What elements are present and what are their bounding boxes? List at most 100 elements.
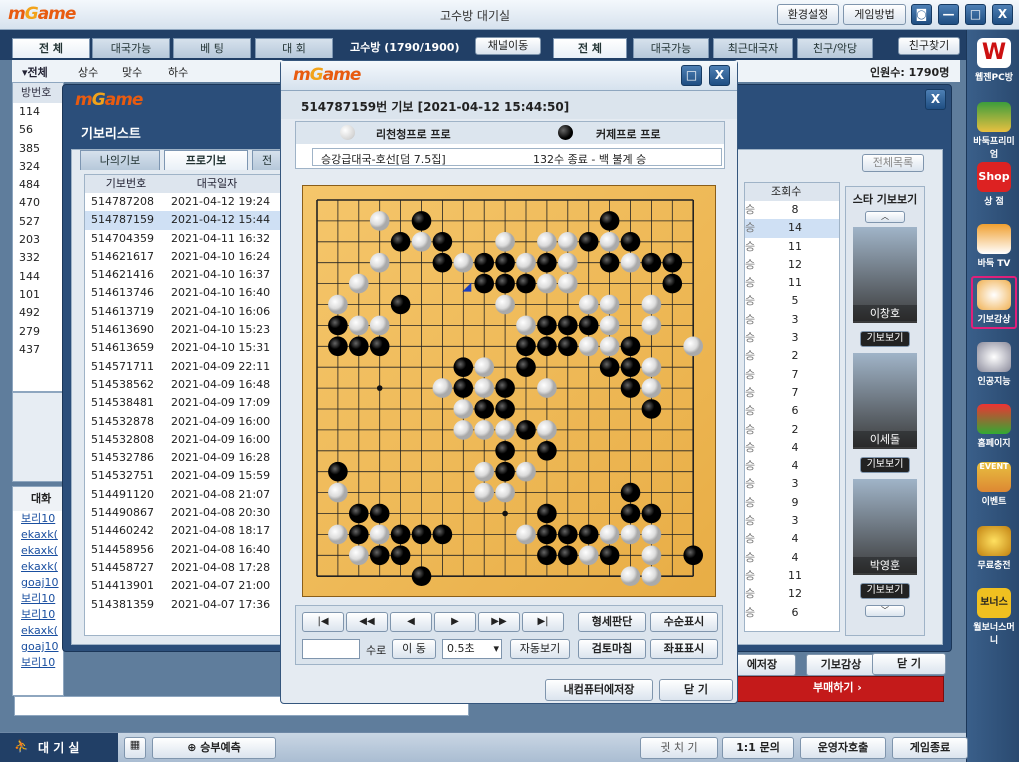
white-stone[interactable] [495,482,515,503]
tab-all-right[interactable]: 전 체 [553,38,627,58]
room-row[interactable]: 492 [19,304,63,322]
black-stone[interactable] [390,294,411,315]
maximize-button[interactable]: □ [965,4,986,25]
white-stone[interactable] [516,524,536,545]
views-row[interactable]: 승 11 [745,567,839,585]
nav-button-4[interactable]: ▶▶ [478,612,520,632]
black-stone[interactable] [537,545,557,566]
room-row[interactable]: 114 [19,103,63,121]
white-stone[interactable] [558,232,578,252]
white-stone[interactable] [599,336,620,357]
white-stone[interactable] [641,378,662,398]
black-stone[interactable] [495,252,515,273]
views-row[interactable]: 승 12 [745,585,839,603]
views-row[interactable]: 승7 [745,366,839,384]
gibo-close-x[interactable]: X [925,89,946,110]
black-stone[interactable] [578,524,599,545]
chat-user-link[interactable]: 보리10 [21,607,63,623]
gibo-row[interactable]: 514787208 2021-04-12 19:24 [85,193,283,211]
black-stone[interactable] [369,545,390,566]
white-stone[interactable] [474,482,494,503]
black-stone[interactable] [516,420,536,440]
views-row[interactable]: 승3 [745,475,839,493]
review-end-button[interactable]: 검토마침 [578,639,646,659]
gibo-close-button[interactable]: 닫 기 [872,653,946,675]
views-row[interactable]: 승 14 [745,219,839,238]
viewer-close-x[interactable]: X [709,65,730,86]
black-stone[interactable] [349,524,369,545]
tab-available[interactable]: 대국가능 [92,38,170,58]
gibo-row[interactable]: 514704359 2021-04-11 16:32 [85,230,283,248]
channel-button[interactable]: 채널이동 [475,37,541,55]
lobby-tab[interactable]: ⛹ 대 기 실 [0,733,118,762]
white-stone[interactable] [641,294,662,315]
black-stone[interactable] [495,378,515,398]
tab-available-right[interactable]: 대국가능 [633,38,709,58]
black-stone[interactable] [328,336,348,357]
gibo-row[interactable]: 514381359 2021-04-07 17:36 [85,596,283,614]
black-stone[interactable] [620,232,641,252]
black-stone[interactable] [432,524,453,545]
black-stone[interactable] [683,545,703,566]
gibo-row[interactable]: 514413901 2021-04-07 21:00 [85,577,283,595]
black-stone[interactable] [620,357,641,377]
black-stone[interactable] [432,232,453,252]
nav-button-3[interactable]: ▶ [434,612,476,632]
black-stone[interactable] [537,441,557,461]
black-stone[interactable] [495,273,515,294]
star-gibo-button[interactable]: 기보보기 [860,583,910,599]
chat-user-link[interactable]: ekaxk( [21,543,63,559]
black-stone[interactable] [390,524,411,545]
gibo-row[interactable]: 514613690 2021-04-10 15:23 [85,321,283,339]
whisper-button[interactable]: 귓 치 기 [640,737,718,759]
black-stone[interactable] [558,336,578,357]
autoplay-button[interactable]: 자동보기 [510,639,570,659]
black-stone[interactable] [349,503,369,524]
sidebar-item-badook-tv[interactable]: 바둑 TV [971,224,1017,269]
camera-icon[interactable]: ◙ [911,4,932,25]
chat-user-link[interactable]: goaj10 [21,575,63,591]
chat-user-link[interactable]: 보리10 [21,511,63,527]
white-stone[interactable] [620,252,641,273]
white-stone[interactable] [349,545,369,566]
room-row[interactable]: 144 [19,268,63,286]
white-stone[interactable] [474,461,494,482]
white-stone[interactable] [369,252,390,273]
viewer-maximize[interactable]: □ [681,65,702,86]
black-stone[interactable] [328,461,348,482]
white-stone[interactable] [369,524,390,545]
white-stone[interactable] [537,232,557,252]
room-row[interactable]: 527 [19,213,63,231]
white-stone[interactable] [641,357,662,377]
predict-button[interactable]: ⊕ 승부예측 [152,737,276,759]
find-friend-button[interactable]: 친구찾기 [898,37,960,55]
inquiry-button[interactable]: 1:1 문의 [722,737,794,759]
star-gibo-button[interactable]: 기보보기 [860,457,910,473]
bet-button[interactable]: 부매하기 › [813,679,862,695]
views-row[interactable]: 승5 [745,292,839,310]
tab-recent[interactable]: 최근대국자 [713,38,793,58]
black-stone[interactable] [537,524,557,545]
room-row[interactable]: 484 [19,176,63,194]
white-stone[interactable] [474,357,494,377]
gibo-row[interactable]: 514621416 2021-04-10 16:37 [85,266,283,284]
white-stone[interactable] [641,524,662,545]
sidebar-item-event[interactable]: EVENT 이벤트 [971,462,1017,507]
room-row[interactable]: 56 [19,121,63,139]
white-stone[interactable] [641,315,662,336]
gibo-row[interactable]: 514532878 2021-04-09 16:00 [85,413,283,431]
close-button[interactable]: X [992,4,1013,25]
gibo-row[interactable]: 514460242 2021-04-08 18:17 [85,522,283,540]
operator-button[interactable]: 운영자호출 [800,737,886,759]
filter-low[interactable]: 하수 [168,64,188,80]
white-stone[interactable] [558,273,578,294]
white-stone[interactable] [369,211,390,231]
gibo-row[interactable]: 514458956 2021-04-08 16:40 [85,541,283,559]
room-row[interactable]: 470 [19,194,63,212]
room-row[interactable]: 203 [19,231,63,249]
black-stone[interactable] [453,357,474,377]
gibo-row[interactable]: 514532751 2021-04-09 15:59 [85,467,283,485]
black-stone[interactable] [369,336,390,357]
black-stone[interactable] [537,252,557,273]
black-stone[interactable] [599,252,620,273]
